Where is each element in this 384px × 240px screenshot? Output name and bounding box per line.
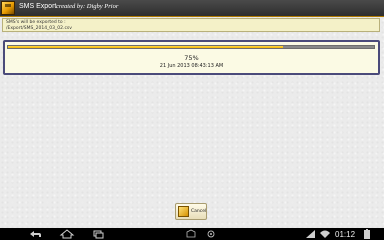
app-title: SMS Export [19, 3, 57, 10]
cancel-button[interactable]: Cancel [175, 203, 207, 220]
notification-icon[interactable] [184, 228, 198, 240]
cancel-button-label: Cancel [191, 209, 207, 214]
progress-bar-fill [8, 46, 283, 48]
cancel-icon [178, 206, 189, 217]
app-window: SMS Export created by: Digby Prior SMS's… [0, 0, 384, 228]
app-icon [1, 1, 15, 15]
wifi-icon [319, 228, 331, 240]
export-info-label: SMS's will be exported to : [6, 20, 66, 25]
progress-timestamp: 21 Jun 2013 08:43:13 AM [159, 63, 224, 69]
recent-apps-icon[interactable] [89, 228, 107, 240]
progress-percent: 75% [184, 54, 199, 62]
progress-bar [7, 45, 375, 49]
status-clock: 01:12 [335, 230, 356, 239]
title-bar: SMS Export created by: Digby Prior [0, 0, 384, 17]
home-icon[interactable] [58, 228, 76, 240]
battery-icon [361, 228, 373, 240]
settings-icon[interactable] [204, 228, 218, 240]
export-file-path: /Export/SMS_2014_03_02.csv [6, 25, 72, 31]
export-info-box: SMS's will be exported to : /Export/SMS_… [2, 18, 380, 32]
app-credit: created by: Digby Prior [56, 3, 119, 10]
progress-panel: 75% 21 Jun 2013 08:43:13 AM [3, 40, 380, 75]
system-nav-bar: 01:12 [0, 228, 384, 240]
back-icon[interactable] [26, 228, 44, 240]
signal-icon [305, 228, 317, 240]
